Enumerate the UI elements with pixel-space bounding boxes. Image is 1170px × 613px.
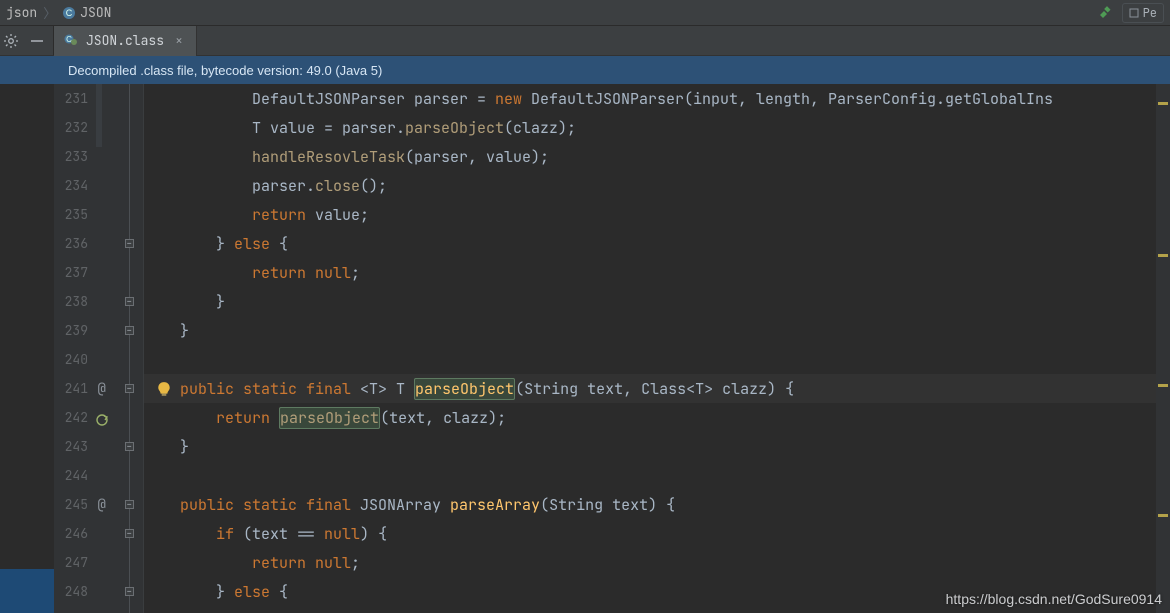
- line-number: 235: [54, 206, 88, 223]
- chevron-right-icon: 〉: [43, 3, 56, 22]
- left-margin: [0, 84, 54, 613]
- code-area[interactable]: DefaultJSONParser parser = new DefaultJS…: [144, 84, 1170, 613]
- line-number: 243: [54, 438, 88, 455]
- intention-bulb-icon[interactable]: [156, 381, 172, 397]
- class-icon: C: [62, 6, 76, 20]
- build-icon[interactable]: [1098, 6, 1112, 20]
- recursive-call-icon[interactable]: [95, 411, 109, 425]
- line-number: 248: [54, 583, 88, 600]
- tab-label: JSON.class: [86, 32, 164, 49]
- warning-mark[interactable]: [1158, 102, 1168, 105]
- line-number: 233: [54, 148, 88, 165]
- override-icon[interactable]: @: [98, 380, 106, 398]
- warning-mark[interactable]: [1158, 384, 1168, 387]
- minimize-icon[interactable]: [29, 33, 45, 49]
- current-line: public static final <T> T parseObject(St…: [144, 374, 1170, 403]
- line-number: 231: [54, 90, 88, 107]
- line-number: 239: [54, 322, 88, 339]
- line-number: 245: [54, 496, 88, 513]
- line-number: 246: [54, 525, 88, 542]
- gutter: 231 232 233 234 235 236 – 237 238 – 239 – 2…: [54, 84, 144, 613]
- breadcrumb-item[interactable]: json: [6, 4, 37, 21]
- line-number: 244: [54, 467, 88, 484]
- line-number: 241: [54, 380, 88, 397]
- line-number: 238: [54, 293, 88, 310]
- tab-strip: C JSON.class ×: [0, 26, 1170, 56]
- close-icon[interactable]: ×: [172, 32, 186, 49]
- editor: 231 232 233 234 235 236 – 237 238 – 239 – 2…: [0, 84, 1170, 613]
- warning-mark[interactable]: [1158, 254, 1168, 257]
- fold-toggle[interactable]: –: [125, 587, 134, 596]
- breadcrumb-bar: json 〉 C JSON Pe: [0, 0, 1170, 26]
- fold-toggle[interactable]: –: [125, 297, 134, 306]
- fold-toggle[interactable]: –: [125, 326, 134, 335]
- line-number: 247: [54, 554, 88, 571]
- line-number: 240: [54, 351, 88, 368]
- line-number: 242: [54, 409, 88, 426]
- gear-icon[interactable]: [3, 33, 19, 49]
- line-number: 237: [54, 264, 88, 281]
- line-number: 236: [54, 235, 88, 252]
- warning-mark[interactable]: [1158, 514, 1168, 517]
- line-number: 234: [54, 177, 88, 194]
- fold-toggle[interactable]: –: [125, 500, 134, 509]
- override-icon[interactable]: @: [98, 496, 106, 514]
- method-name-highlight: parseObject: [414, 378, 515, 400]
- editor-tab[interactable]: C JSON.class ×: [54, 26, 197, 56]
- fold-toggle[interactable]: –: [125, 442, 134, 451]
- selection-marker: [0, 569, 54, 613]
- fold-toggle[interactable]: –: [125, 384, 134, 393]
- svg-text:C: C: [66, 8, 73, 18]
- run-config-dropdown[interactable]: Pe: [1122, 3, 1164, 23]
- line-number: 232: [54, 119, 88, 136]
- class-file-icon: C: [64, 30, 78, 51]
- watermark: https://blog.csdn.net/GodSure0914: [946, 591, 1162, 607]
- breadcrumb-item[interactable]: C JSON: [62, 4, 111, 21]
- method-call-highlight: parseObject: [279, 407, 380, 429]
- fold-toggle[interactable]: –: [125, 529, 134, 538]
- decompiled-banner: Decompiled .class file, bytecode version…: [0, 56, 1170, 84]
- fold-toggle[interactable]: –: [125, 239, 134, 248]
- marks-strip[interactable]: [1156, 84, 1170, 613]
